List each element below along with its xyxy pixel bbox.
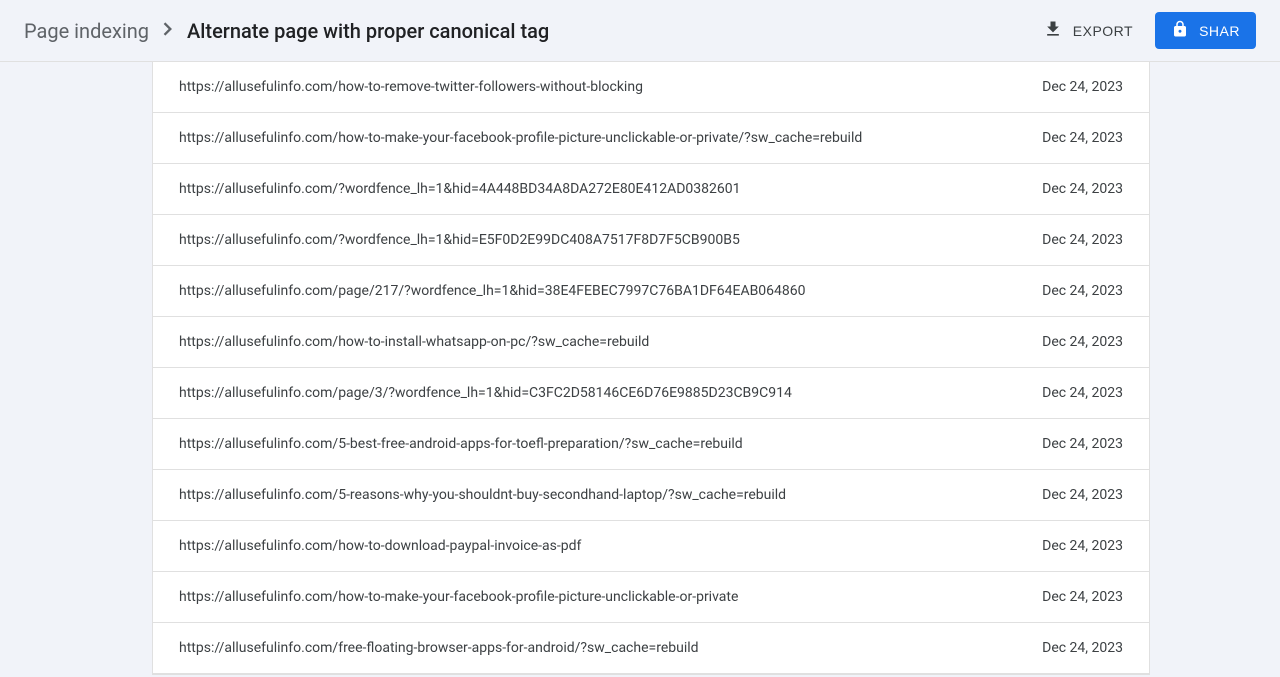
table-row[interactable]: https://allusefulinfo.com/?wordfence_lh=… xyxy=(153,215,1149,266)
header-actions: EXPORT SHAR xyxy=(1039,12,1256,49)
url-cell: https://allusefulinfo.com/how-to-downloa… xyxy=(179,538,1042,554)
url-cell: https://allusefulinfo.com/free-floating-… xyxy=(179,640,1042,656)
table-row[interactable]: https://allusefulinfo.com/?wordfence_lh=… xyxy=(153,164,1149,215)
breadcrumb-parent[interactable]: Page indexing xyxy=(24,19,149,43)
url-cell: https://allusefulinfo.com/?wordfence_lh=… xyxy=(179,181,1042,197)
date-cell: Dec 24, 2023 xyxy=(1042,79,1123,95)
url-cell: https://allusefulinfo.com/how-to-install… xyxy=(179,334,1042,350)
url-cell: https://allusefulinfo.com/page/3/?wordfe… xyxy=(179,385,1042,401)
url-cell: https://allusefulinfo.com/5-best-free-an… xyxy=(179,436,1042,452)
table-row[interactable]: https://allusefulinfo.com/how-to-make-yo… xyxy=(153,113,1149,164)
date-cell: Dec 24, 2023 xyxy=(1042,232,1123,248)
share-label: SHAR xyxy=(1199,23,1240,39)
export-label: EXPORT xyxy=(1073,23,1133,39)
table-row[interactable]: https://allusefulinfo.com/page/217/?word… xyxy=(153,266,1149,317)
table-row[interactable]: https://allusefulinfo.com/free-floating-… xyxy=(153,623,1149,674)
date-cell: Dec 24, 2023 xyxy=(1042,436,1123,452)
export-button[interactable]: EXPORT xyxy=(1039,13,1137,48)
table-row[interactable]: https://allusefulinfo.com/how-to-remove-… xyxy=(153,62,1149,113)
share-button[interactable]: SHAR xyxy=(1155,12,1256,49)
url-cell: https://allusefulinfo.com/page/217/?word… xyxy=(179,283,1042,299)
content-area: https://allusefulinfo.com/how-to-remove-… xyxy=(0,62,1280,675)
date-cell: Dec 24, 2023 xyxy=(1042,385,1123,401)
table-row[interactable]: https://allusefulinfo.com/how-to-install… xyxy=(153,317,1149,368)
date-cell: Dec 24, 2023 xyxy=(1042,640,1123,656)
table-row[interactable]: https://allusefulinfo.com/5-best-free-an… xyxy=(153,419,1149,470)
page-header: Page indexing Alternate page with proper… xyxy=(0,0,1280,62)
table-row[interactable]: https://allusefulinfo.com/how-to-downloa… xyxy=(153,521,1149,572)
table-row[interactable]: https://allusefulinfo.com/5-reasons-why-… xyxy=(153,470,1149,521)
url-table: https://allusefulinfo.com/how-to-remove-… xyxy=(152,62,1150,675)
url-cell: https://allusefulinfo.com/how-to-make-yo… xyxy=(179,589,1042,605)
lock-icon xyxy=(1171,20,1189,41)
date-cell: Dec 24, 2023 xyxy=(1042,130,1123,146)
breadcrumb: Page indexing Alternate page with proper… xyxy=(24,19,549,43)
table-row[interactable]: https://allusefulinfo.com/page/3/?wordfe… xyxy=(153,368,1149,419)
download-icon xyxy=(1043,19,1063,42)
url-cell: https://allusefulinfo.com/how-to-make-yo… xyxy=(179,130,1042,146)
date-cell: Dec 24, 2023 xyxy=(1042,487,1123,503)
date-cell: Dec 24, 2023 xyxy=(1042,334,1123,350)
date-cell: Dec 24, 2023 xyxy=(1042,283,1123,299)
date-cell: Dec 24, 2023 xyxy=(1042,181,1123,197)
date-cell: Dec 24, 2023 xyxy=(1042,589,1123,605)
url-cell: https://allusefulinfo.com/how-to-remove-… xyxy=(179,79,1042,95)
table-row[interactable]: https://allusefulinfo.com/how-to-make-yo… xyxy=(153,572,1149,623)
breadcrumb-current: Alternate page with proper canonical tag xyxy=(187,19,549,43)
url-cell: https://allusefulinfo.com/?wordfence_lh=… xyxy=(179,232,1042,248)
date-cell: Dec 24, 2023 xyxy=(1042,538,1123,554)
chevron-right-icon xyxy=(163,20,173,41)
url-cell: https://allusefulinfo.com/5-reasons-why-… xyxy=(179,487,1042,503)
